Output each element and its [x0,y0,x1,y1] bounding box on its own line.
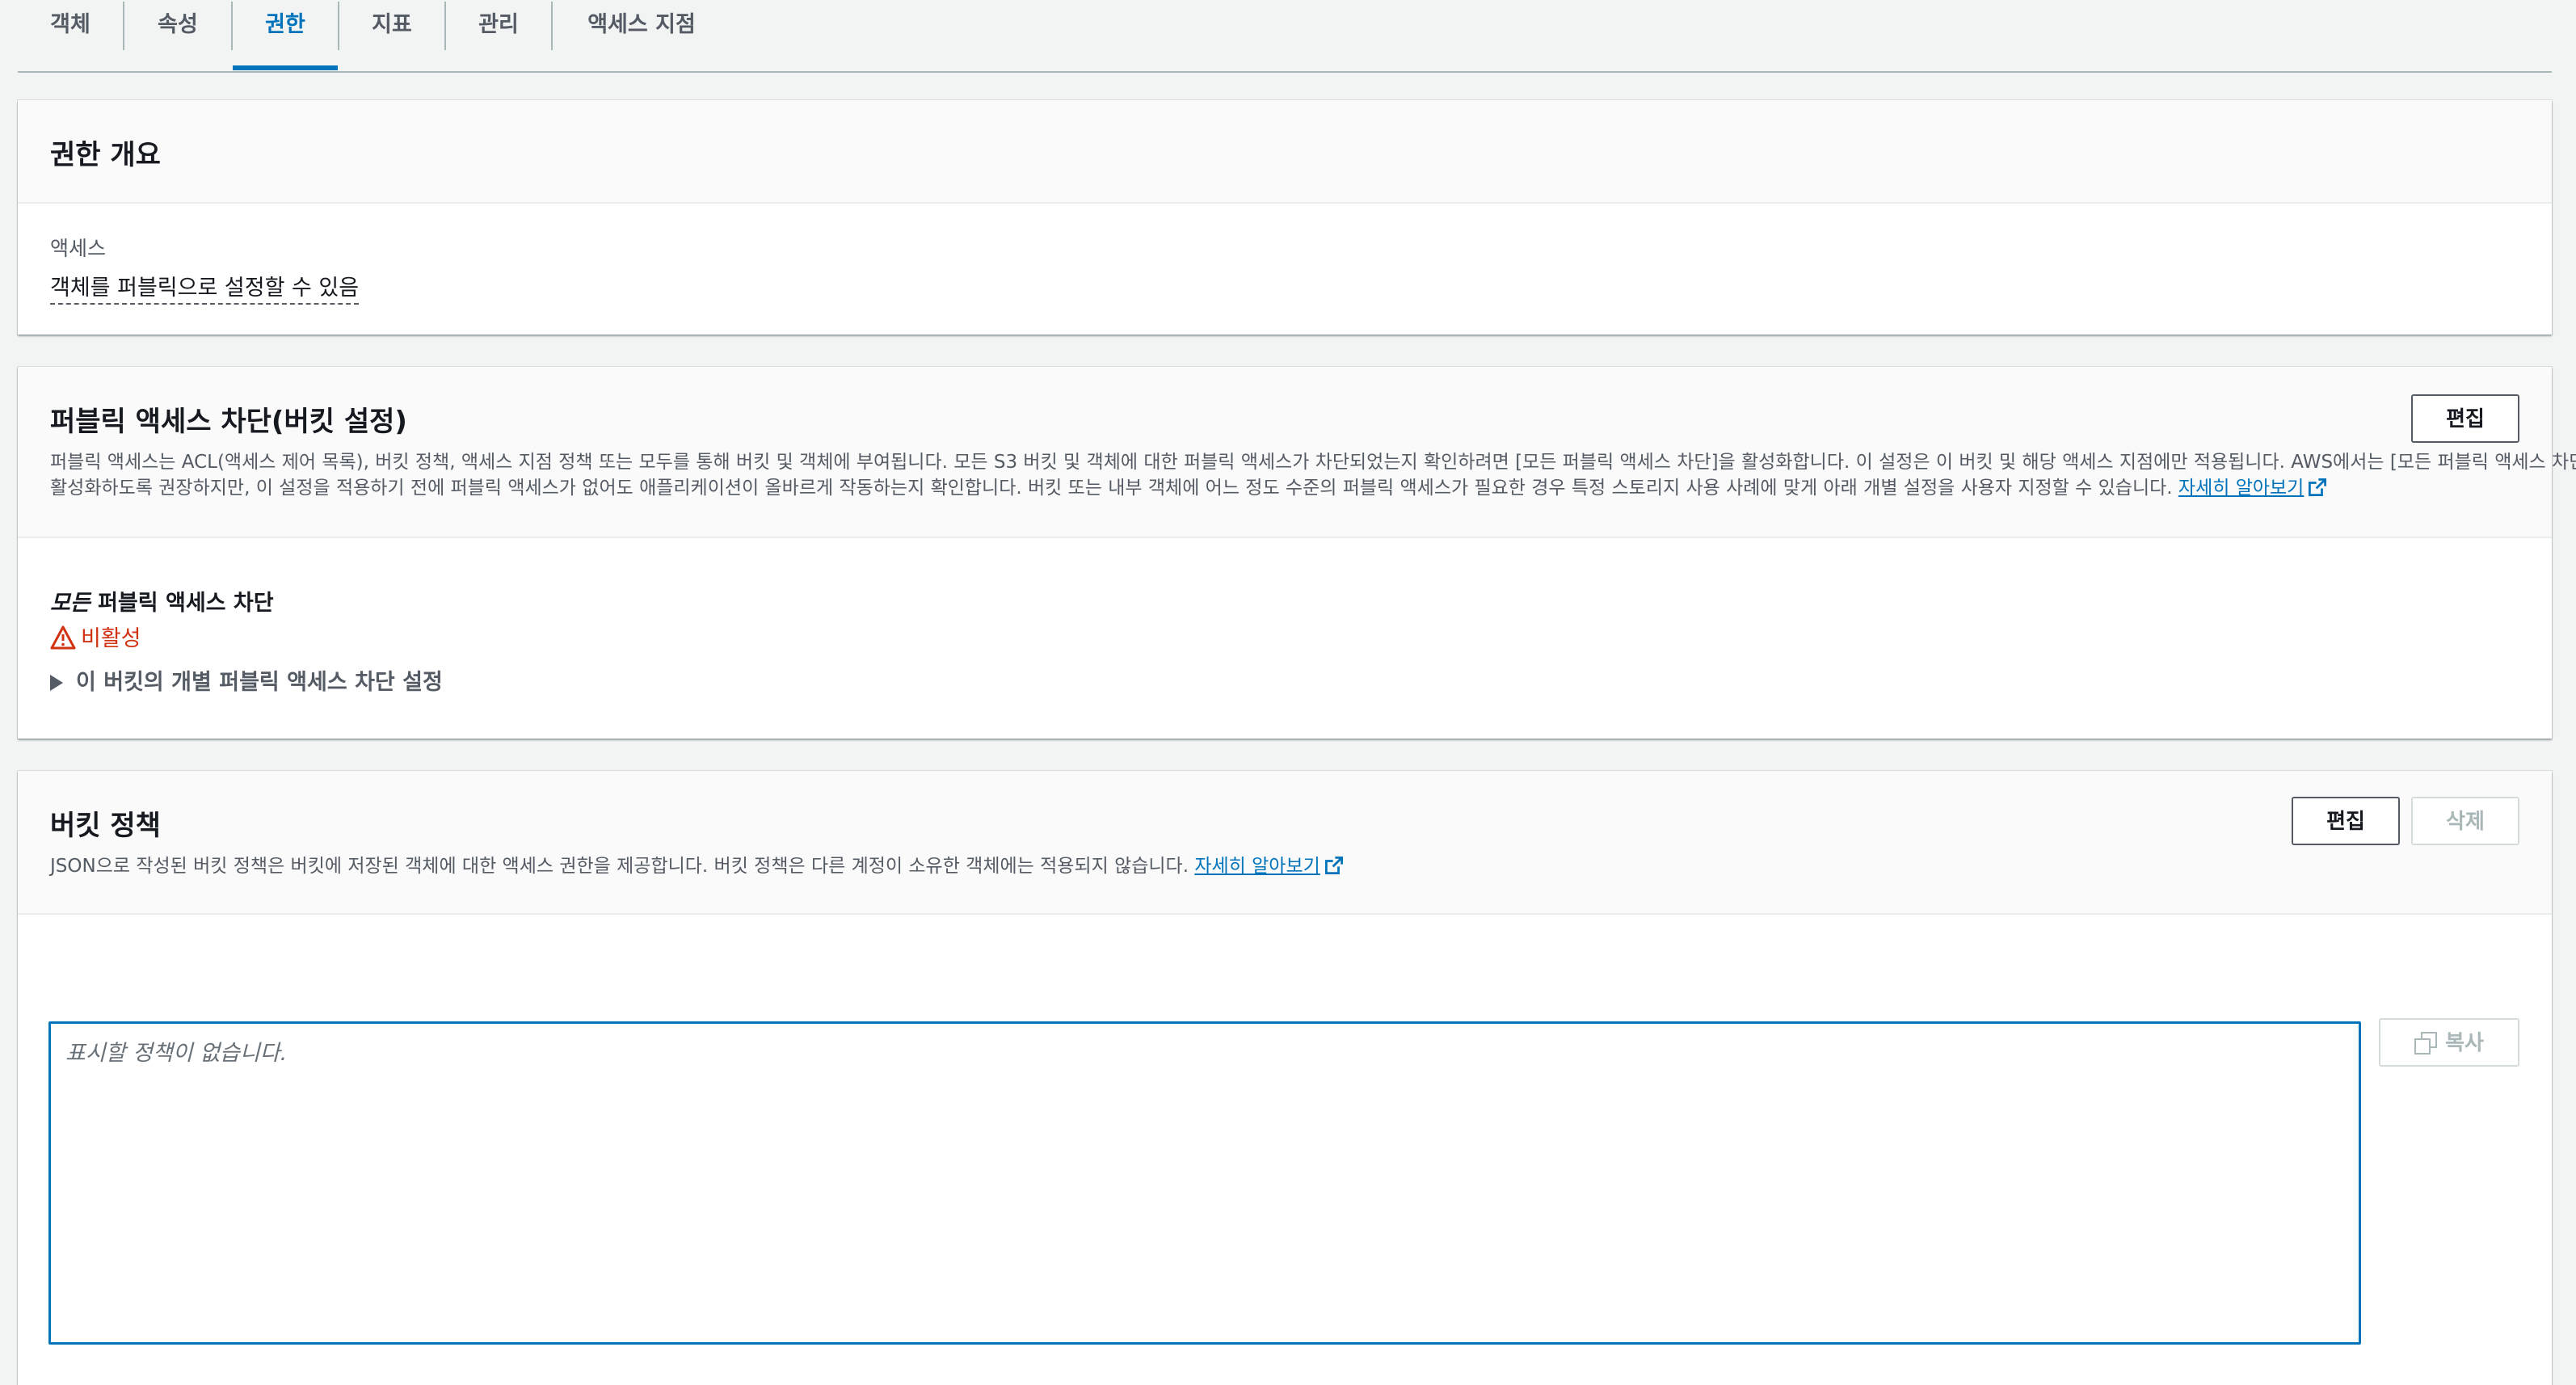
panel-title: 권한 개요 [50,139,161,171]
panel-title: 퍼블릭 액세스 차단(버킷 설정) [50,406,407,438]
block-all-emphasis: 모든 [50,591,90,616]
expander-label: 이 버킷의 개별 퍼블릭 액세스 차단 설정 [76,670,443,695]
individual-settings-expander[interactable]: 이 버킷의 개별 퍼블릭 액세스 차단 설정 [50,664,443,696]
external-link-icon [2309,478,2327,496]
tab-objects[interactable]: 객체 [18,0,123,50]
access-label: 액세스 [50,237,107,260]
learn-more-link[interactable]: 자세히 알아보기 [1194,856,1343,877]
access-value[interactable]: 객체를 퍼블릭으로 설정할 수 있음 [50,270,360,305]
block-all-heading: 모든 퍼블릭 액세스 차단 [50,585,274,617]
description-line: 퍼블릭 액세스는 ACL(액세스 제어 목록), 버킷 정책, 액세스 지점 정… [50,452,2576,473]
block-public-access-panel: 퍼블릭 액세스 차단(버킷 설정) 편집 퍼블릭 액세스는 ACL(액세스 제어… [18,367,2576,739]
warning-icon [50,625,76,650]
delete-button[interactable]: 삭제 [2411,797,2519,845]
tab-metrics[interactable]: 지표 [339,0,444,50]
panel-header: 퍼블릭 액세스 차단(버킷 설정) 편집 퍼블릭 액세스는 ACL(액세스 제어… [18,367,2576,538]
caret-right-icon [50,675,63,691]
policy-textarea[interactable] [51,1024,2359,1342]
panel-description: 퍼블릭 액세스는 ACL(액세스 제어 목록), 버킷 정책, 액세스 지점 정… [50,449,2576,501]
learn-more-label: 자세히 알아보기 [1194,856,1320,877]
active-tab-indicator [233,65,338,70]
block-all-text: 퍼블릭 액세스 차단 [90,591,274,616]
panel-description: JSON으로 작성된 버킷 정책은 버킷에 저장된 객체에 대한 액세스 권한을… [50,853,1343,879]
description-text: JSON으로 작성된 버킷 정책은 버킷에 저장된 객체에 대한 액세스 권한을… [50,856,1189,877]
panel-header: 버킷 정책 편집 삭제 JSON으로 작성된 버킷 정책은 버킷에 저장된 객체… [18,771,2552,915]
copy-button[interactable]: 복사 [2379,1018,2519,1067]
status-text: 비활성 [81,626,141,651]
permissions-overview-panel: 권한 개요 액세스 객체를 퍼블릭으로 설정할 수 있음 [18,100,2552,335]
edit-button[interactable]: 편집 [2292,797,2400,845]
tab-access-points[interactable]: 액세스 지점 [553,0,730,50]
description-text: 활성화하도록 권장하지만, 이 설정을 적용하기 전에 퍼블릭 액세스가 없어도… [50,478,2173,499]
description-line: 활성화하도록 권장하지만, 이 설정을 적용하기 전에 퍼블릭 액세스가 없어도… [50,475,2539,501]
copy-icon [2414,1032,2438,1055]
panel-header: 권한 개요 [18,100,2552,204]
policy-editor[interactable] [48,1021,2361,1345]
tab-permissions[interactable]: 권한 [233,0,338,50]
tab-bar: 객체 속성 권한 지표 관리 액세스 지점 [18,0,2552,73]
tab-properties[interactable]: 속성 [124,0,231,50]
external-link-icon [1324,857,1343,874]
panel-title: 버킷 정책 [50,810,161,842]
learn-more-label: 자세히 알아보기 [2178,478,2305,499]
learn-more-link[interactable]: 자세히 알아보기 [2178,478,2327,499]
status-indicator: 비활성 [50,621,141,652]
copy-label: 복사 [2445,1031,2484,1055]
edit-button[interactable]: 편집 [2411,394,2519,443]
tab-management[interactable]: 관리 [446,0,551,50]
bucket-policy-panel: 버킷 정책 편집 삭제 JSON으로 작성된 버킷 정책은 버킷에 저장된 객체… [18,771,2552,1385]
